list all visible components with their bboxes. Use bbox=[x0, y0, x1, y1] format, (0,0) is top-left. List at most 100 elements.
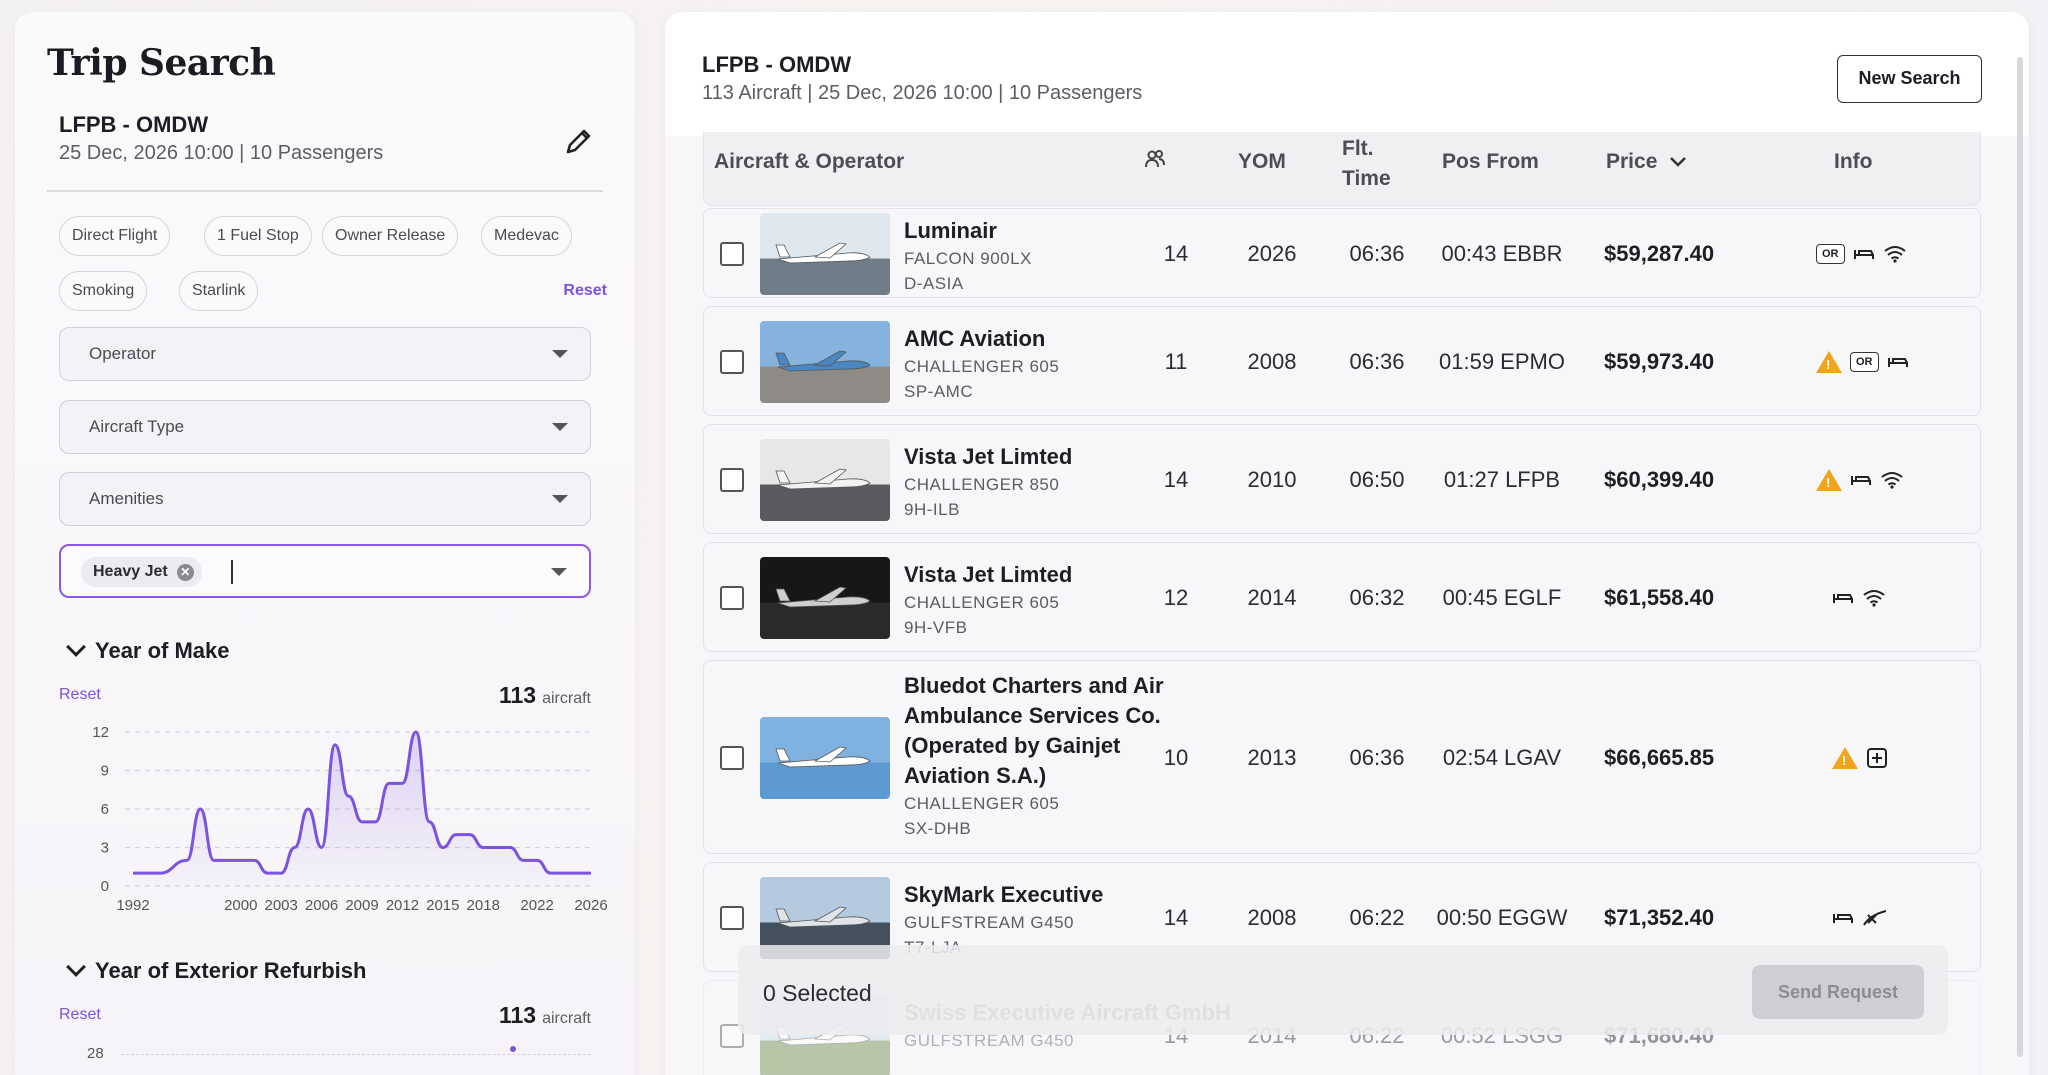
y-tick-label: 9 bbox=[101, 763, 109, 780]
results-header: LFPB - OMDW 113 Aircraft | 25 Dec, 2026 … bbox=[665, 12, 2029, 136]
row-checkbox[interactable] bbox=[720, 586, 744, 610]
sleeper-seat-icon bbox=[1887, 358, 1908, 367]
sleeper-seat-icon bbox=[1833, 594, 1853, 603]
year-of-make-toggle[interactable]: Year of Make bbox=[63, 637, 230, 664]
year-of-make-count-label: aircraft bbox=[542, 690, 591, 707]
table-row[interactable]: AMC Aviation CHALLENGER 605 SP-AMC 11 2008 06… bbox=[703, 306, 1981, 416]
pos-cell: 01:27 LFPB bbox=[1443, 467, 1561, 492]
aircraft-photo bbox=[760, 557, 890, 639]
sleeper-seat-icon bbox=[1853, 250, 1874, 259]
y-tick-label: 12 bbox=[92, 724, 109, 741]
aircraft-type: CHALLENGER 605 bbox=[904, 357, 1060, 376]
aircraft-registration: 9H-VFB bbox=[904, 618, 968, 637]
aircraft-type-dropdown[interactable]: Aircraft Type bbox=[59, 400, 591, 454]
amenities-dropdown[interactable]: Amenities bbox=[59, 472, 591, 526]
pos-cell: 00:50 EGGW bbox=[1436, 905, 1568, 930]
edit-pencil-icon[interactable] bbox=[560, 124, 596, 160]
col-info[interactable]: Info bbox=[1834, 150, 1872, 174]
wifi-icon bbox=[1881, 472, 1903, 489]
chevron-down-icon bbox=[66, 957, 86, 977]
col-price[interactable]: Price bbox=[1606, 150, 1687, 174]
table-row[interactable]: Luminair FALCON 900LX D-ASIA 14 2026 06:36 00:… bbox=[703, 208, 1981, 298]
yom-cell: 2008 bbox=[1247, 905, 1297, 930]
pax-cell: 14 bbox=[1163, 241, 1189, 266]
x-tick-label: 2026 bbox=[574, 897, 607, 914]
row-checkbox[interactable] bbox=[720, 468, 744, 492]
trip-route: LFPB - OMDW bbox=[59, 112, 209, 137]
chevron-down-icon bbox=[552, 350, 568, 358]
flt-cell: 06:36 bbox=[1349, 349, 1405, 374]
operator-name: Bluedot Charters and Air Ambulance Servi… bbox=[904, 673, 1164, 788]
operator-dropdown-label: Operator bbox=[89, 344, 157, 363]
row-checkbox[interactable] bbox=[720, 242, 744, 266]
year-of-make-heading: Year of Make bbox=[95, 638, 230, 663]
aircraft-type-dropdown-label: Aircraft Type bbox=[89, 417, 185, 436]
pax-cell: 11 bbox=[1164, 349, 1188, 374]
filters-reset-link[interactable]: Reset bbox=[563, 282, 607, 300]
col-aircraft-operator[interactable]: Aircraft & Operator bbox=[714, 150, 904, 174]
chip-1-fuel-stop[interactable]: 1 Fuel Stop bbox=[204, 216, 312, 256]
table-row[interactable]: Bluedot Charters and Air Ambulance Servi… bbox=[703, 660, 1981, 854]
price-cell: $59,973.40 bbox=[1604, 349, 1715, 374]
text-cursor bbox=[231, 560, 233, 584]
refurbish-chart-point bbox=[510, 1046, 516, 1052]
passengers-icon[interactable] bbox=[1144, 148, 1166, 176]
year-of-make-reset[interactable]: Reset bbox=[59, 686, 101, 704]
remove-tag-icon[interactable]: ✕ bbox=[176, 564, 194, 581]
chevron-down-icon bbox=[66, 637, 86, 657]
aircraft-type: CHALLENGER 605 bbox=[904, 794, 1060, 813]
flt-cell: 06:36 bbox=[1349, 745, 1405, 770]
table-row[interactable]: Vista Jet Limted CHALLENGER 605 9H-VFB 12 20… bbox=[703, 542, 1981, 652]
y-tick-label: 6 bbox=[101, 801, 109, 818]
price-cell: $59,287.40 bbox=[1604, 241, 1715, 266]
scrollbar[interactable] bbox=[2017, 57, 2023, 1057]
pax-cell: 14 bbox=[1163, 467, 1189, 492]
row-checkbox[interactable] bbox=[720, 906, 744, 930]
info-icons bbox=[1832, 906, 1888, 930]
info-icons bbox=[1832, 586, 1886, 610]
chip-direct-flight[interactable]: Direct Flight bbox=[59, 216, 171, 256]
category-multiselect[interactable]: Heavy Jet ✕ bbox=[59, 544, 591, 598]
col-pos-from[interactable]: Pos From bbox=[1442, 150, 1539, 174]
x-tick-label: 1992 bbox=[116, 897, 149, 914]
flt-cell: 06:22 bbox=[1349, 905, 1405, 930]
aircraft-photo bbox=[760, 439, 890, 521]
results-panel: Luminair FALCON 900LX D-ASIA 14 2026 06:36 00:… bbox=[665, 12, 2029, 1075]
chip-smoking[interactable]: Smoking bbox=[59, 271, 148, 311]
category-tag: Heavy Jet ✕ bbox=[81, 557, 202, 587]
send-request-button[interactable]: Send Request bbox=[1752, 965, 1924, 1019]
warning-icon[interactable]: ! bbox=[1832, 747, 1858, 769]
price-cell: $61,558.40 bbox=[1604, 585, 1715, 610]
col-flt-time[interactable]: Flt. Time bbox=[1342, 134, 1412, 194]
operator-dropdown[interactable]: Operator bbox=[59, 327, 591, 381]
aircraft-registration: SP-AMC bbox=[904, 382, 974, 401]
new-search-button[interactable]: New Search bbox=[1837, 55, 1982, 103]
flt-cell: 06:32 bbox=[1349, 585, 1405, 610]
wifi-icon bbox=[1883, 246, 1906, 263]
results-summary: 113 Aircraft | 25 Dec, 2026 10:00 | 10 P… bbox=[702, 82, 1143, 104]
row-checkbox[interactable] bbox=[720, 746, 744, 770]
chip-starlink[interactable]: Starlink bbox=[179, 271, 259, 311]
year-of-make-chart: 0 3 6 9 12 1992 2000 2003 2006 2009 2012 2015 2018 20… bbox=[92, 724, 607, 914]
table-row[interactable]: Vista Jet Limted CHALLENGER 850 9H-ILB 14 20… bbox=[703, 424, 1981, 534]
sleeper-seat-icon bbox=[1833, 914, 1853, 923]
price-cell: $71,352.40 bbox=[1604, 905, 1715, 930]
exterior-refurbish-count: 113 aircraft bbox=[499, 1002, 591, 1029]
results-route: LFPB - OMDW bbox=[702, 52, 852, 77]
owner-release-icon: OR bbox=[1850, 352, 1879, 372]
warning-icon[interactable]: ! bbox=[1816, 351, 1842, 373]
warning-icon[interactable]: ! bbox=[1816, 469, 1842, 491]
x-tick-label: 2003 bbox=[264, 897, 297, 914]
chip-owner-release[interactable]: Owner Release bbox=[322, 216, 459, 256]
exterior-refurbish-toggle[interactable]: Year of Exterior Refurbish bbox=[63, 957, 366, 984]
info-icons: ! bbox=[1832, 746, 1888, 770]
col-yom[interactable]: YOM bbox=[1238, 150, 1286, 174]
price-cell: $60,399.40 bbox=[1604, 467, 1715, 492]
aircraft-registration: D-ASIA bbox=[904, 274, 964, 293]
category-tag-label: Heavy Jet bbox=[93, 563, 168, 580]
chip-medevac[interactable]: Medevac bbox=[481, 216, 572, 256]
row-checkbox[interactable] bbox=[720, 350, 744, 374]
price-cell: $66,665.85 bbox=[1604, 745, 1715, 770]
x-tick-label: 2012 bbox=[386, 897, 419, 914]
exterior-refurbish-reset[interactable]: Reset bbox=[59, 1006, 101, 1024]
